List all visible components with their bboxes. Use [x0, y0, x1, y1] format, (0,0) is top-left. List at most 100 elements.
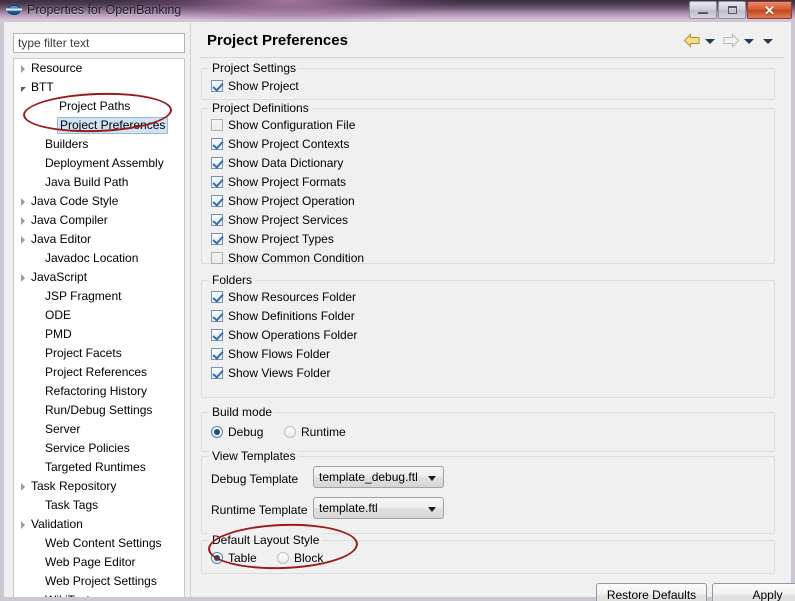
radio-row-layout-block[interactable]: Block	[277, 549, 323, 566]
sidebar-item-label: Project Preferences	[57, 117, 169, 134]
checkbox-label-show-project-services: Show Project Services	[228, 212, 349, 227]
sidebar-item-java-build-path[interactable]: Java Build Path	[14, 173, 184, 192]
checkbox-row-show-resources-folder[interactable]: Show Resources Folder	[211, 288, 356, 305]
checkbox-show-project[interactable]	[211, 79, 223, 92]
dropdown-runtime-template[interactable]: template.ftl	[313, 497, 444, 519]
radio-row-build-mode-runtime[interactable]: Runtime	[284, 423, 346, 440]
sidebar-item-task-tags[interactable]: Task Tags	[14, 496, 184, 515]
sidebar-item-run-debug-settings[interactable]: Run/Debug Settings	[14, 401, 184, 420]
sidebar-item-web-content-settings[interactable]: Web Content Settings	[14, 534, 184, 553]
filter-input[interactable]	[13, 33, 185, 53]
sidebar-item-javadoc-location[interactable]: Javadoc Location	[14, 249, 184, 268]
checkbox-show-common-condition[interactable]	[211, 251, 223, 264]
checkbox-show-project-services[interactable]	[211, 213, 223, 226]
sidebar-item-label: Project References	[45, 365, 148, 379]
sidebar-item-javascript[interactable]: JavaScript	[14, 268, 184, 287]
checkbox-row-show-project-contexts[interactable]: Show Project Contexts	[211, 135, 349, 152]
checkbox-show-definitions-folder[interactable]	[211, 309, 223, 322]
close-button[interactable]: ✕	[747, 1, 792, 19]
chevron-right-icon[interactable]	[16, 192, 30, 211]
forward-dropdown-chevron-down-icon[interactable]	[744, 38, 754, 44]
sidebar-item-builders[interactable]: Builders	[14, 135, 184, 154]
sidebar-item-java-compiler[interactable]: Java Compiler	[14, 211, 184, 230]
sidebar-item-project-references[interactable]: Project References	[14, 363, 184, 382]
radio-label-build-mode-runtime: Runtime	[301, 424, 346, 439]
radio-build-mode-runtime[interactable]	[284, 425, 296, 438]
sidebar-item-web-project-settings[interactable]: Web Project Settings	[14, 572, 184, 591]
checkbox-row-show-project-operation[interactable]: Show Project Operation	[211, 192, 355, 209]
radio-label-build-mode-debug: Debug	[228, 424, 264, 439]
chevron-right-icon[interactable]	[16, 211, 30, 230]
chevron-right-icon[interactable]	[16, 515, 30, 534]
sidebar-item-refactoring-history[interactable]: Refactoring History	[14, 382, 184, 401]
sidebar-item-resource[interactable]: Resource	[14, 59, 184, 78]
back-dropdown-chevron-down-icon[interactable]	[705, 38, 715, 44]
checkbox-show-project-operation[interactable]	[211, 194, 223, 207]
preference-tree[interactable]: Resource BTT Project Paths Project Preferen…	[13, 58, 185, 597]
dropdown-debug-template[interactable]: template_debug.ftl	[313, 466, 444, 488]
radio-layout-block[interactable]	[277, 551, 289, 564]
sidebar-item-java-editor[interactable]: Java Editor	[14, 230, 184, 249]
sidebar-item-task-repository[interactable]: Task Repository	[14, 477, 184, 496]
checkbox-row-show-views-folder[interactable]: Show Views Folder	[211, 364, 331, 381]
radio-row-build-mode-debug[interactable]: Debug	[211, 423, 263, 440]
sidebar-item-validation[interactable]: Validation	[14, 515, 184, 534]
checkbox-show-project-contexts[interactable]	[211, 137, 223, 150]
restore-defaults-button[interactable]: Restore Defaults	[596, 583, 707, 601]
chevron-right-icon[interactable]	[16, 59, 30, 78]
checkbox-show-resources-folder[interactable]	[211, 290, 223, 303]
menu-chevron-down-icon[interactable]	[763, 38, 773, 44]
sidebar-item-server[interactable]: Server	[14, 420, 184, 439]
sidebar-item-project-paths[interactable]: Project Paths	[14, 97, 184, 116]
chevron-down-icon[interactable]	[16, 78, 30, 97]
checkbox-row-show-project-types[interactable]: Show Project Types	[211, 230, 334, 247]
window-controls: ✕	[688, 1, 792, 19]
checkbox-row-show-project[interactable]: Show Project	[211, 77, 299, 94]
chevron-right-icon[interactable]	[16, 477, 30, 496]
checkbox-row-show-configuration-file[interactable]: Show Configuration File	[211, 116, 355, 133]
checkbox-show-data-dictionary[interactable]	[211, 156, 223, 169]
checkbox-show-project-formats[interactable]	[211, 175, 223, 188]
checkbox-row-show-project-services[interactable]: Show Project Services	[211, 211, 348, 228]
checkbox-row-show-operations-folder[interactable]: Show Operations Folder	[211, 326, 357, 343]
sidebar-item-project-facets[interactable]: Project Facets	[14, 344, 184, 363]
sidebar-item-jsp-fragment[interactable]: JSP Fragment	[14, 287, 184, 306]
checkbox-row-show-project-formats[interactable]: Show Project Formats	[211, 173, 346, 190]
checkbox-show-views-folder[interactable]	[211, 366, 223, 379]
radio-layout-table[interactable]	[211, 551, 223, 564]
checkbox-show-flows-folder[interactable]	[211, 347, 223, 360]
sidebar-item-label: Project Paths	[59, 99, 131, 113]
checkbox-show-project-types[interactable]	[211, 232, 223, 245]
checkbox-show-operations-folder[interactable]	[211, 328, 223, 341]
sidebar-item-wikitext[interactable]: WikiText	[14, 591, 184, 597]
radio-build-mode-debug[interactable]	[211, 425, 223, 438]
back-arrow-icon[interactable]	[683, 32, 701, 48]
restore-defaults-label: Restore Defaults	[606, 587, 697, 601]
radio-label-layout-table: Table	[228, 550, 257, 565]
sidebar-item-pmd[interactable]: PMD	[14, 325, 184, 344]
checkbox-row-show-common-condition[interactable]: Show Common Condition	[211, 249, 364, 266]
sidebar-item-btt[interactable]: BTT	[14, 78, 184, 97]
chevron-right-icon[interactable]	[16, 230, 30, 249]
maximize-button[interactable]	[718, 1, 746, 19]
sidebar-item-ode[interactable]: ODE	[14, 306, 184, 325]
checkbox-row-show-data-dictionary[interactable]: Show Data Dictionary	[211, 154, 343, 171]
radio-row-layout-table[interactable]: Table	[211, 549, 257, 566]
sidebar-item-targeted-runtimes[interactable]: Targeted Runtimes	[14, 458, 184, 477]
minimize-button[interactable]	[689, 1, 717, 19]
sidebar-item-web-page-editor[interactable]: Web Page Editor	[14, 553, 184, 572]
checkbox-row-show-definitions-folder[interactable]: Show Definitions Folder	[211, 307, 355, 324]
sidebar-item-project-preferences[interactable]: Project Preferences	[14, 116, 184, 135]
chevron-right-icon[interactable]	[16, 268, 30, 287]
sidebar-item-java-code-style[interactable]: Java Code Style	[14, 192, 184, 211]
sidebar-item-label: Builders	[45, 137, 89, 151]
checkbox-row-show-flows-folder[interactable]: Show Flows Folder	[211, 345, 330, 362]
checkbox-show-configuration-file[interactable]	[211, 118, 223, 131]
sidebar-item-service-policies[interactable]: Service Policies	[14, 439, 184, 458]
sidebar-item-deployment-assembly[interactable]: Deployment Assembly	[14, 154, 184, 173]
apply-button[interactable]: Apply	[712, 583, 795, 601]
